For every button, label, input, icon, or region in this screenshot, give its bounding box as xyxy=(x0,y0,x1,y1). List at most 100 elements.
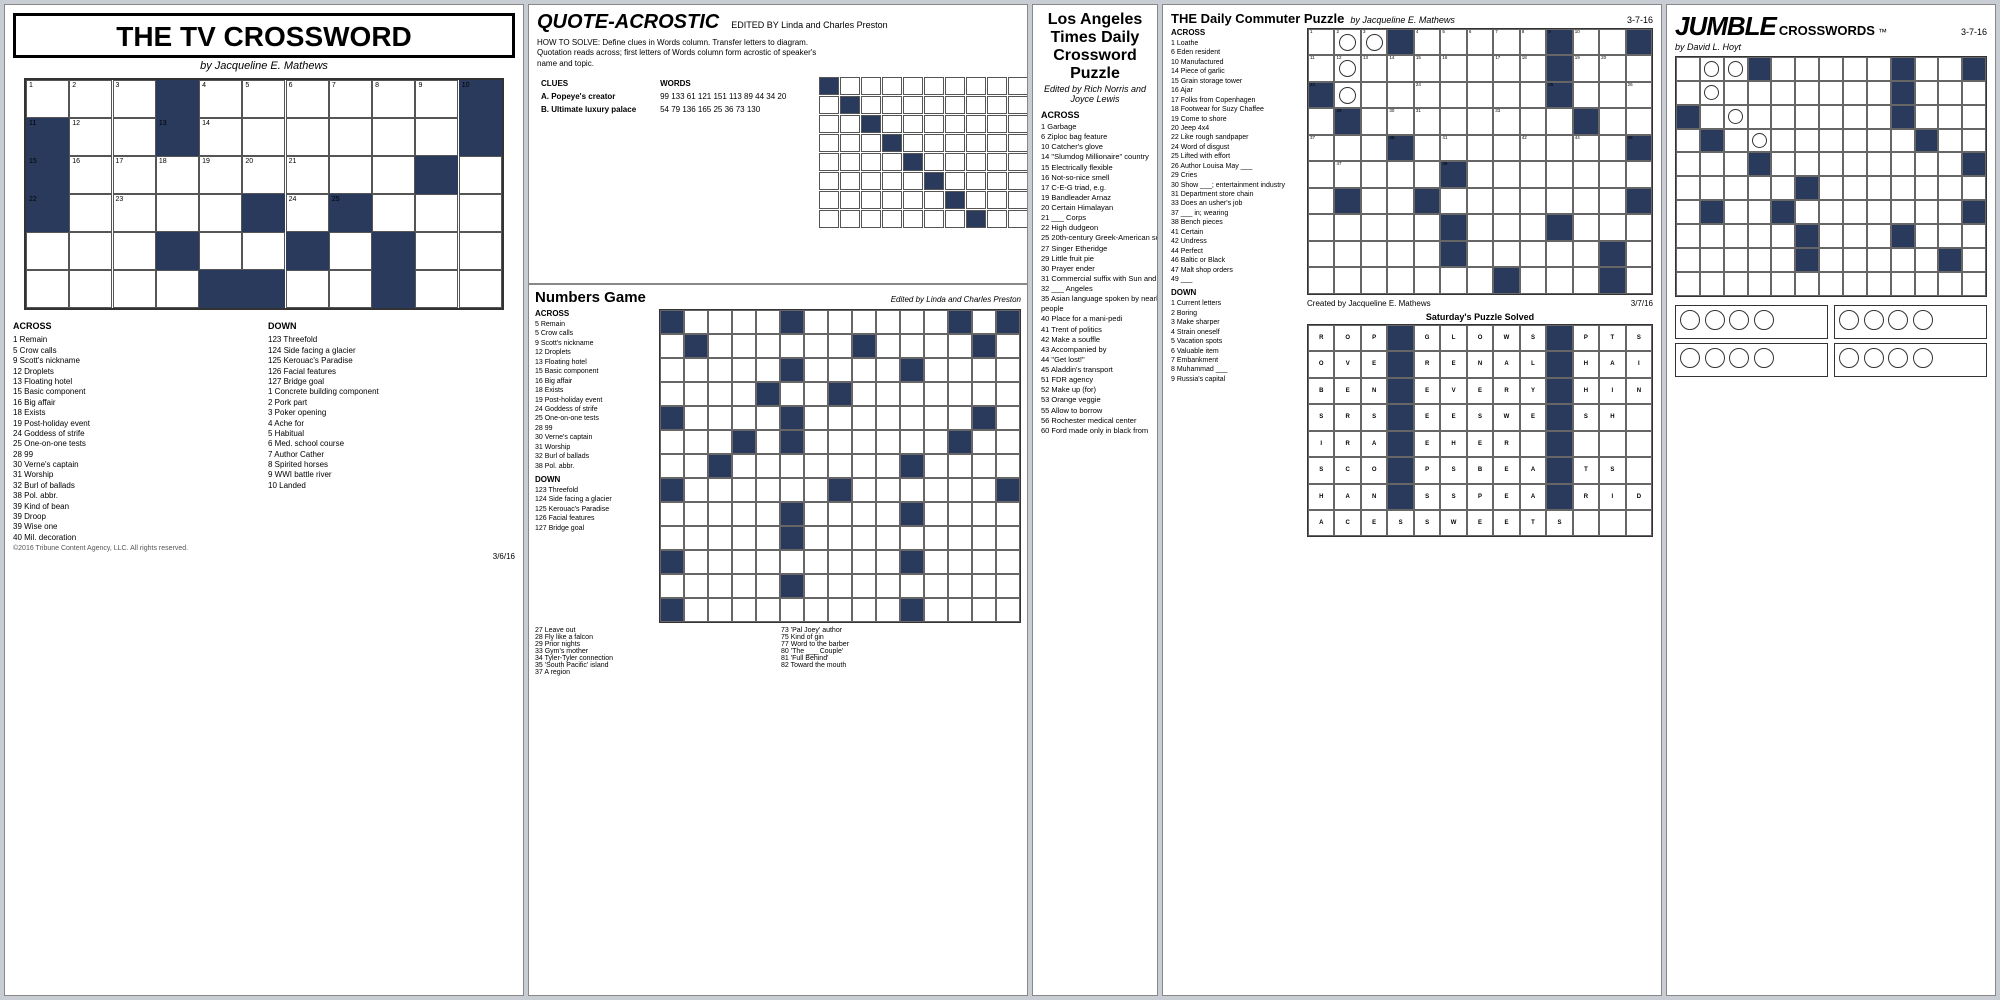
ng-extra-across-clue: 33 Gym's mother xyxy=(535,648,775,655)
commuter-cell-17: 15 xyxy=(1414,55,1440,81)
jumble-cell-94 xyxy=(1748,224,1772,248)
commuter-cell-124 xyxy=(1493,267,1519,293)
ng-cell-171 xyxy=(804,574,828,598)
commuter-solved-cell-46: W xyxy=(1493,404,1519,430)
tv-across-clue: 24 Goddess of strife xyxy=(13,429,260,439)
ng-cell-173 xyxy=(852,574,876,598)
ng-cell-145 xyxy=(900,526,924,550)
commuter-title: THE Daily Commuter Puzzle xyxy=(1171,11,1344,26)
ng-cell-27 xyxy=(948,334,972,358)
qa-cell-6 xyxy=(945,77,965,95)
commuter-cell-69 xyxy=(1414,161,1440,187)
tv-cell-12: 12 xyxy=(69,118,112,156)
commuter-solved-cell-50: H xyxy=(1599,404,1625,430)
jumble-cell-57 xyxy=(1795,152,1819,176)
commuter-across-clue: 25 Lifted with effort xyxy=(1171,152,1301,161)
qa-cell-24 xyxy=(903,115,923,133)
commuter-solved-cell-58: E xyxy=(1467,431,1493,457)
qa-cell-2 xyxy=(861,77,881,95)
qa-cell-12 xyxy=(861,96,881,114)
tv-across-clue: 25 One-on-one tests xyxy=(13,439,260,449)
jumble-cell-47 xyxy=(1867,129,1891,153)
ng-cell-82 xyxy=(828,430,852,454)
ng-cell-25 xyxy=(900,334,924,358)
commuter-solved-cell-31: V xyxy=(1440,378,1466,404)
commuter-cell-26: 22 xyxy=(1308,82,1334,108)
commuter-solved-cell-60 xyxy=(1520,431,1546,457)
jumble-cell-110 xyxy=(1819,248,1843,272)
tv-across-clue: 39 Kind of bean xyxy=(13,502,260,512)
tv-cell-46 xyxy=(113,232,156,270)
la-across-clue: 21 ___ Corps xyxy=(1041,213,1158,223)
commuter-solved-cell-1: O xyxy=(1334,325,1360,351)
tv-cell-5: 5 xyxy=(242,80,285,118)
jumble-cell-11 xyxy=(1938,57,1962,81)
jumble-cell-6 xyxy=(1819,57,1843,81)
commuter-solved-cell-99: T xyxy=(1520,510,1546,536)
quote-acrostic-section: QUOTE-ACROSTIC EDITED BY Linda and Charl… xyxy=(529,5,1027,285)
ng-cell-16 xyxy=(684,334,708,358)
qa-cell-77 xyxy=(966,210,986,228)
jumble-cell-17 xyxy=(1771,81,1795,105)
qa-cell-1 xyxy=(840,77,860,95)
jumble-cell-84 xyxy=(1819,200,1843,224)
qa-cell-11 xyxy=(840,96,860,114)
ng-cell-166 xyxy=(684,574,708,598)
commuter-down-clue: 8 Muhammad ___ xyxy=(1171,365,1301,374)
ng-extra-down-clue: 73 'Pal Joey' author xyxy=(781,627,1021,634)
jumble-cell-23 xyxy=(1915,81,1939,105)
commuter-solved-cell-27: E xyxy=(1334,378,1360,404)
tv-across-clue: 16 Big affair xyxy=(13,398,260,408)
ng-cell-80 xyxy=(780,430,804,454)
commuter-solved-cell-0: R xyxy=(1308,325,1334,351)
commuter-across-clue: 20 Jeep 4x4 xyxy=(1171,124,1301,133)
jumble-cell-13 xyxy=(1676,81,1700,105)
qa-cell-70 xyxy=(819,210,839,228)
ng-cell-155 xyxy=(780,550,804,574)
commuter-cell-46: 33 xyxy=(1493,108,1519,134)
qa-cell-44 xyxy=(903,153,923,171)
commuter-cell-117 xyxy=(1308,267,1334,293)
commuter-cell-122 xyxy=(1440,267,1466,293)
ng-cell-99 xyxy=(876,454,900,478)
ng-cell-136 xyxy=(684,526,708,550)
commuter-cell-116 xyxy=(1626,241,1652,267)
commuter-solved-cell-55 xyxy=(1387,431,1413,457)
commuter-solved-cell-69: P xyxy=(1414,457,1440,483)
middle-left-panel: QUOTE-ACROSTIC EDITED BY Linda and Charl… xyxy=(528,4,1028,996)
jumble-byline: by David L. Hoyt xyxy=(1675,42,1887,52)
commuter-cell-86 xyxy=(1520,188,1546,214)
commuter-across-clue: 47 Malt shop orders xyxy=(1171,266,1301,275)
commuter-cell-60: 42 xyxy=(1520,135,1546,161)
ng-cell-172 xyxy=(828,574,852,598)
ng-down-clue: 123 Threefold xyxy=(535,486,655,495)
commuter-cell-24: 20 xyxy=(1599,55,1625,81)
ng-cell-113 xyxy=(852,478,876,502)
jumble-header: JUMBLE CROSSWORDS ™ by David L. Hoyt 3-7… xyxy=(1675,11,1987,52)
commuter-cell-61 xyxy=(1546,135,1572,161)
tv-cell-22: 15 xyxy=(26,156,69,194)
commuter-solved-cell-79: A xyxy=(1334,484,1360,510)
jumble-cell-87 xyxy=(1891,200,1915,224)
ng-cell-67 xyxy=(828,406,852,430)
ng-cell-18 xyxy=(732,334,756,358)
ng-cell-189 xyxy=(876,598,900,622)
jumble-cell-36 xyxy=(1915,105,1939,129)
tv-cell-1: 2 xyxy=(69,80,112,118)
commuter-cell-107 xyxy=(1387,241,1413,267)
ng-cell-107 xyxy=(708,478,732,502)
jumble-cell-48 xyxy=(1891,129,1915,153)
ng-content: ACROSS 5 Remain5 Crow calls9 Scott's nic… xyxy=(535,309,1021,623)
commuter-cell-45 xyxy=(1467,108,1493,134)
jumble-cell-8 xyxy=(1867,57,1891,81)
jumble-cell-107 xyxy=(1748,248,1772,272)
commuter-cell-111 xyxy=(1493,241,1519,267)
commuter-solved-cell-47: E xyxy=(1520,404,1546,430)
commuter-cell-105 xyxy=(1334,241,1360,267)
tv-across-clue: 38 Pol. abbr. xyxy=(13,491,260,501)
ng-cell-83 xyxy=(852,430,876,454)
ng-cell-161 xyxy=(924,550,948,574)
commuter-cell-128 xyxy=(1599,267,1625,293)
jumble-cell-91 xyxy=(1676,224,1700,248)
commuter-solved-cell-89: I xyxy=(1599,484,1625,510)
